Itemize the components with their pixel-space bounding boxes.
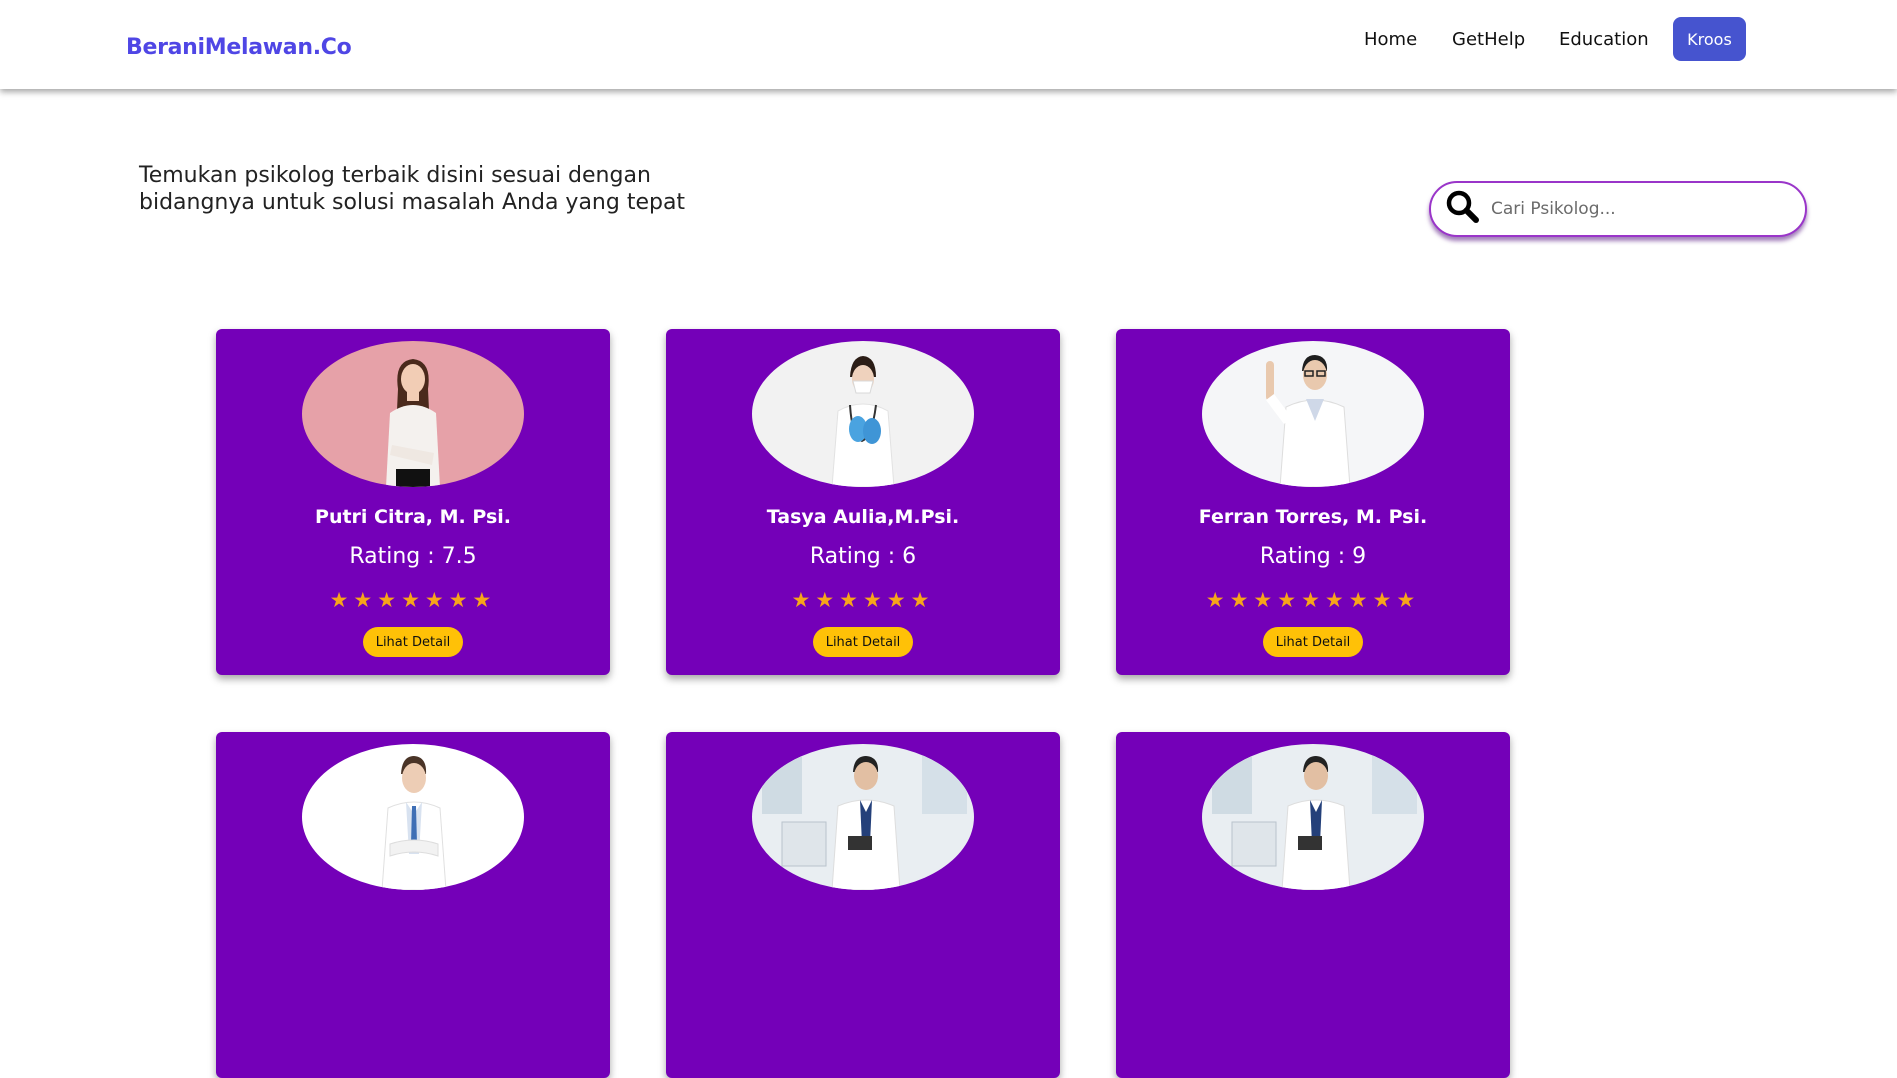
intro-text: Temukan psikolog terbaik disini sesuai d… — [139, 163, 686, 215]
search-icon — [1431, 187, 1483, 232]
nav-link-gethelp[interactable]: GetHelp — [1452, 29, 1525, 50]
psychologist-card — [1116, 732, 1510, 1078]
psychologist-name: Tasya Aulia,M.Psi. — [766, 506, 960, 528]
avatar — [302, 744, 524, 890]
psychologist-name: Ferran Torres, M. Psi. — [1198, 506, 1428, 528]
avatar — [752, 744, 974, 890]
nav-link-education[interactable]: Education — [1559, 29, 1649, 50]
psychologist-card — [216, 732, 610, 1078]
star-rating-icons: ★★★★★★ — [791, 589, 935, 612]
psychologist-name: Putri Citra, M. Psi. — [315, 506, 511, 528]
psychologist-card — [666, 732, 1060, 1078]
brand-logo[interactable]: BeraniMelawan.Co — [126, 35, 352, 60]
rating-text: Rating : 9 — [1259, 544, 1367, 569]
rating-text: Rating : 6 — [809, 544, 917, 569]
view-detail-button[interactable]: Lihat Detail — [363, 627, 463, 657]
navbar: BeraniMelawan.Co Home GetHelp Education … — [0, 0, 1897, 89]
user-account-button[interactable]: Kroos — [1673, 17, 1746, 61]
psychologist-card: Tasya Aulia,M.Psi. Rating : 6 ★★★★★★ Lih… — [666, 329, 1060, 675]
search-bar[interactable] — [1429, 181, 1807, 237]
star-rating-icons: ★★★★★★★ — [329, 589, 497, 612]
avatar — [302, 341, 524, 487]
psychologist-card: Ferran Torres, M. Psi. Rating : 9 ★★★★★★… — [1116, 329, 1510, 675]
avatar — [752, 341, 974, 487]
rating-text: Rating : 7.5 — [349, 544, 477, 569]
avatar — [1202, 744, 1424, 890]
psychologist-card: Putri Citra, M. Psi. Rating : 7.5 ★★★★★★… — [216, 329, 610, 675]
view-detail-button[interactable]: Lihat Detail — [1263, 627, 1363, 657]
search-input[interactable] — [1491, 199, 1791, 219]
avatar — [1202, 341, 1424, 487]
nav-link-home[interactable]: Home — [1364, 29, 1417, 50]
star-rating-icons: ★★★★★★★★★ — [1205, 589, 1421, 612]
view-detail-button[interactable]: Lihat Detail — [813, 627, 913, 657]
